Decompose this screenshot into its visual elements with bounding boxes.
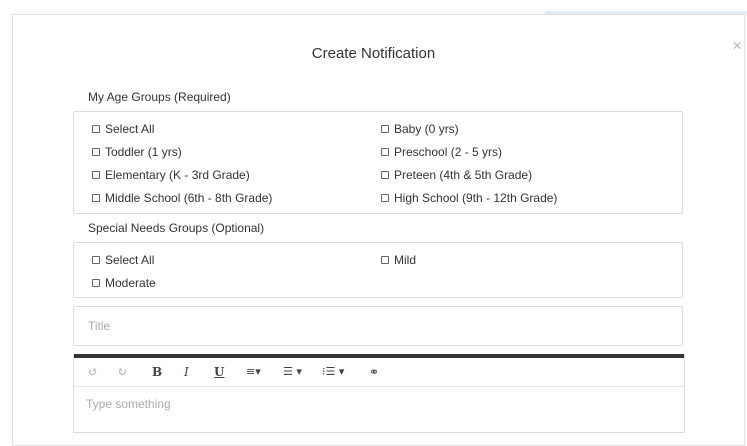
checkbox-age-preschool[interactable]: Preschool (2 - 5 yrs) [381, 145, 502, 159]
checkbox-age-high-school[interactable]: High School (9th - 12th Grade) [381, 191, 557, 205]
checkbox-needs-moderate[interactable]: Moderate [92, 276, 156, 290]
underline-button[interactable]: U [214, 365, 224, 379]
bulleted-list-icon[interactable]: ☰ ▾ [283, 365, 302, 379]
italic-button[interactable]: I [184, 365, 189, 379]
link-icon[interactable]: ⚭ [369, 365, 379, 379]
editor-body[interactable]: Type something [74, 387, 684, 421]
checkbox-icon [92, 171, 100, 179]
checkbox-needs-select-all[interactable]: Select All [92, 253, 154, 267]
undo-icon[interactable]: ↺ [88, 365, 98, 379]
page-title: Create Notification [311, 45, 436, 62]
checkbox-age-toddler[interactable]: Toddler (1 yrs) [92, 145, 182, 159]
checkbox-label: Baby (0 yrs) [394, 122, 459, 136]
checkbox-icon [92, 279, 100, 287]
redo-icon[interactable]: ↻ [117, 365, 127, 379]
checkbox-label: Select All [105, 122, 155, 136]
editor-toolbar: ↺ ↻ B I U ≡▾ ☰ ▾ ⁝☰ ▾ ⚭ [74, 358, 684, 387]
checkbox-icon [92, 256, 100, 264]
bold-button[interactable]: B [152, 365, 162, 379]
checkbox-label: Middle School (6th - 8th Grade) [105, 191, 273, 205]
checkbox-icon [92, 148, 100, 156]
checkbox-icon [381, 125, 389, 133]
checkbox-age-select-all[interactable]: Select All [92, 122, 154, 136]
align-icon[interactable]: ≡▾ [246, 365, 261, 379]
checkbox-icon [92, 194, 100, 202]
checkbox-icon [92, 125, 100, 133]
checkbox-icon [381, 194, 389, 202]
checkbox-label: Toddler (1 yrs) [105, 145, 182, 159]
checkbox-age-middle-school[interactable]: Middle School (6th - 8th Grade) [92, 191, 272, 205]
numbered-list-icon[interactable]: ⁝☰ ▾ [322, 365, 344, 379]
checkbox-label: Elementary (K - 3rd Grade) [105, 168, 250, 182]
checkbox-label: Mild [394, 253, 417, 267]
checkbox-needs-mild[interactable]: Mild [381, 253, 416, 267]
title-input[interactable]: Title [73, 306, 683, 346]
checkbox-label: Preteen (4th & 5th Grade) [394, 168, 533, 182]
rich-text-editor: ↺ ↻ B I U ≡▾ ☰ ▾ ⁝☰ ▾ ⚭ Type something [73, 354, 685, 433]
checkbox-icon [381, 256, 389, 264]
checkbox-age-baby[interactable]: Baby (0 yrs) [381, 122, 459, 136]
special-needs-label: Special Needs Groups (Optional) [88, 221, 265, 235]
age-groups-label: My Age Groups (Required) [88, 90, 231, 104]
checkbox-icon [381, 148, 389, 156]
checkbox-age-elementary[interactable]: Elementary (K - 3rd Grade) [92, 168, 250, 182]
checkbox-label: Select All [105, 253, 155, 267]
checkbox-age-preteen[interactable]: Preteen (4th & 5th Grade) [381, 168, 532, 182]
special-needs-box [73, 242, 683, 298]
checkbox-icon [381, 171, 389, 179]
checkbox-label: Moderate [105, 276, 156, 290]
checkbox-label: Preschool (2 - 5 yrs) [394, 145, 503, 159]
checkbox-label: High School (9th - 12th Grade) [394, 191, 558, 205]
